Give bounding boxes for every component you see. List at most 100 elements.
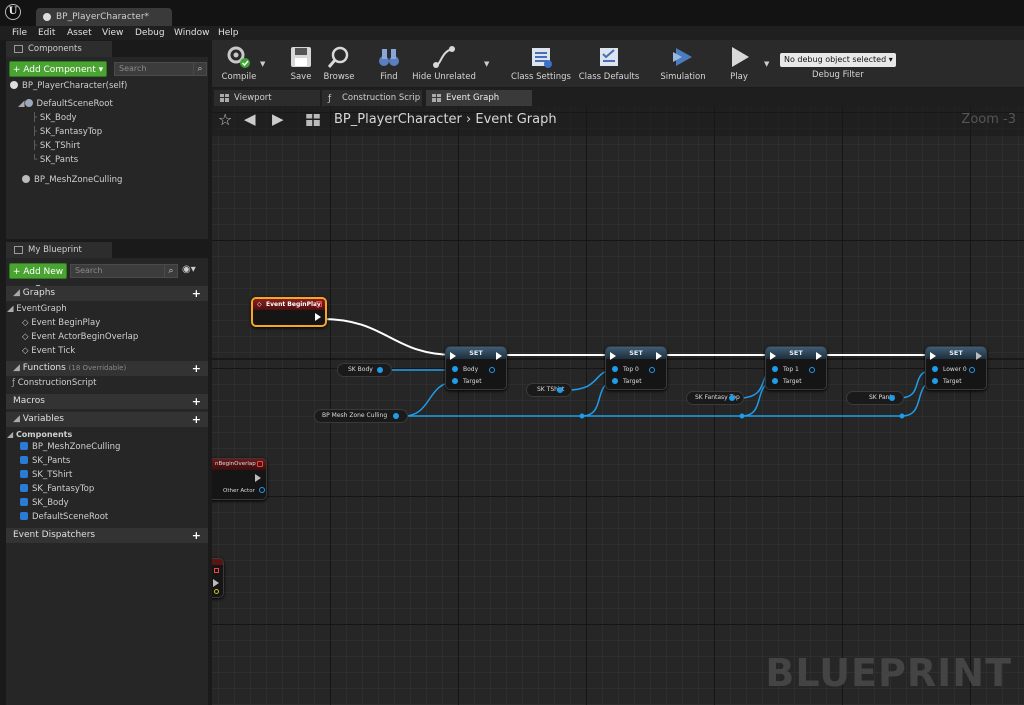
pin-icon[interactable] [393, 413, 399, 419]
hide-options-arrow-icon[interactable]: ▼ [484, 60, 489, 68]
exec-out-pin[interactable] [976, 352, 982, 360]
exec-in-pin[interactable] [770, 352, 776, 360]
getter-sk-fantasy-top[interactable]: SK Fantasy Top [686, 391, 744, 405]
tab-construction-script[interactable]: ƒ Construction Scrip [322, 90, 422, 106]
exec-out-pin[interactable] [656, 352, 662, 360]
getter-sk-tshirt[interactable]: SK TShirt [526, 383, 572, 397]
other-actor-pin[interactable]: Other Actor [223, 487, 265, 494]
functions-section[interactable]: ◢ Functions (18 Overridable) + [6, 361, 208, 376]
debug-object-select[interactable]: No debug object selected ▾ [780, 53, 896, 67]
components-panel-tab[interactable]: Components [6, 41, 112, 57]
set-node-body[interactable]: SET Body Target [445, 346, 507, 390]
target-pin[interactable]: Target [772, 378, 802, 385]
set-var-pin[interactable]: Body [452, 366, 478, 373]
tree-item-default-scene-root[interactable]: ◢ DefaultSceneRoot [18, 99, 113, 109]
exec-out-pin[interactable] [315, 313, 321, 321]
blueprint-search-input[interactable]: Search [70, 264, 167, 278]
my-blueprint-panel-tab[interactable]: My Blueprint [6, 242, 112, 258]
play-options-arrow-icon[interactable]: ▼ [764, 60, 769, 68]
menu-help[interactable]: Help [218, 28, 239, 38]
exec-in-pin[interactable] [930, 352, 936, 360]
pin-icon[interactable] [377, 367, 383, 373]
tree-item-sk-fantasytop[interactable]: ├ SK_FantasyTop [32, 127, 102, 137]
variable-item[interactable]: BP_MeshZoneCulling [20, 442, 120, 452]
event-graph-canvas[interactable]: ☆ ◀ ▶ BP_PlayerCharacter › Event Graph Z… [212, 106, 1024, 705]
exec-out-pin[interactable] [816, 352, 822, 360]
variable-item[interactable]: SK_Pants [20, 456, 70, 466]
set-var-pin[interactable]: Top 1 [772, 366, 799, 373]
set-node-lower0[interactable]: SET Lower 0 Target [925, 346, 987, 390]
menu-window[interactable]: Window [174, 28, 210, 38]
document-tab[interactable]: BP_PlayerCharacter* [36, 8, 172, 26]
output-pin[interactable] [969, 367, 975, 373]
output-pin[interactable] [489, 367, 495, 373]
compile-button[interactable]: Compile [212, 40, 266, 88]
tree-item-sk-tshirt[interactable]: ├ SK_TShirt [32, 141, 80, 151]
add-new-button[interactable]: + Add New ▾ [9, 263, 67, 293]
exec-in-pin[interactable] [450, 352, 456, 360]
add-graph-icon[interactable]: + [192, 286, 201, 301]
tab-viewport[interactable]: Viewport [214, 90, 320, 106]
pin-icon[interactable] [557, 387, 563, 393]
components-category[interactable]: ◢ Components [7, 430, 72, 439]
event-begin-play-node[interactable]: ◇ Event BeginPlay [251, 297, 327, 327]
menu-asset[interactable]: Asset [67, 28, 92, 38]
class-defaults-button[interactable]: Class Defaults [578, 40, 640, 88]
add-function-icon[interactable]: + [192, 361, 201, 376]
construction-script-item[interactable]: ƒ ConstructionScript [12, 378, 96, 388]
components-search-input[interactable]: Search [114, 62, 196, 76]
set-node-top1[interactable]: SET Top 1 Target [765, 346, 827, 390]
event-begin-play-item[interactable]: ◇ Event BeginPlay [22, 318, 100, 328]
tree-item-mesh-zone-culling[interactable]: BP_MeshZoneCulling [22, 175, 122, 185]
event-graph-item[interactable]: ◢ EventGraph [7, 304, 67, 314]
menu-view[interactable]: View [102, 28, 123, 38]
graphs-section[interactable]: ◢ Graphs + [6, 286, 208, 301]
getter-sk-body[interactable]: SK Body [337, 363, 392, 377]
tab-event-graph[interactable]: Event Graph [426, 90, 532, 106]
getter-mesh-zone-culling[interactable]: BP Mesh Zone Culling [314, 409, 408, 423]
add-component-button[interactable]: + Add Component ▾ [9, 61, 107, 77]
variable-item[interactable]: SK_FantasyTop [20, 484, 94, 494]
delegate-pin-icon[interactable] [257, 461, 263, 467]
play-button[interactable]: Play [712, 40, 766, 88]
exec-in-pin[interactable] [610, 352, 616, 360]
variable-item[interactable]: SK_TShirt [20, 470, 72, 480]
visibility-eye-icon[interactable]: ◉▾ [182, 264, 196, 275]
output-pin[interactable] [649, 367, 655, 373]
set-var-pin[interactable]: Lower 0 [932, 366, 967, 373]
exec-out-pin[interactable] [213, 579, 219, 587]
search-icon[interactable]: ⌕ [164, 264, 178, 278]
output-pin[interactable] [809, 367, 815, 373]
target-pin[interactable]: Target [612, 378, 642, 385]
tree-item-sk-body[interactable]: ├ SK_Body [32, 113, 77, 123]
event-tick-item[interactable]: ◇ Event Tick [22, 346, 75, 356]
compile-options-arrow-icon[interactable]: ▼ [260, 60, 265, 68]
set-var-pin[interactable]: Top 0 [612, 366, 639, 373]
variable-item[interactable]: DefaultSceneRoot [20, 512, 108, 522]
add-event-dispatcher-icon[interactable]: + [192, 528, 201, 543]
menu-file[interactable]: File [12, 28, 27, 38]
variables-section[interactable]: ◢ Variables + [6, 412, 208, 427]
event-overlap-node[interactable]: nBeginOverlap Other Actor [212, 458, 267, 500]
search-icon[interactable]: ⌕ [193, 62, 207, 76]
pin-icon[interactable] [729, 395, 735, 401]
bool-pin-icon[interactable] [214, 589, 219, 594]
pin-icon[interactable] [889, 395, 895, 401]
target-pin[interactable]: Target [452, 378, 482, 385]
add-variable-icon[interactable]: + [192, 412, 201, 427]
exec-out-pin[interactable] [255, 474, 261, 482]
event-dispatchers-section[interactable]: Event Dispatchers + [6, 528, 208, 543]
exec-out-pin[interactable] [496, 352, 502, 360]
class-settings-button[interactable]: Class Settings [510, 40, 572, 88]
partial-node[interactable] [212, 558, 224, 598]
hide-unrelated-button[interactable]: Hide Unrelated [412, 40, 476, 88]
getter-sk-pants[interactable]: SK Pants [846, 391, 904, 405]
menu-debug[interactable]: Debug [135, 28, 165, 38]
event-actor-begin-overlap-item[interactable]: ◇ Event ActorBeginOverlap [22, 332, 138, 342]
browse-button[interactable]: Browse [314, 40, 364, 88]
tree-item-sk-pants[interactable]: └ SK_Pants [32, 155, 78, 165]
menu-edit[interactable]: Edit [38, 28, 55, 38]
find-button[interactable]: Find [364, 40, 414, 88]
delegate-pin-icon[interactable] [214, 568, 219, 573]
self-item[interactable]: BP_PlayerCharacter(self) [10, 81, 127, 91]
